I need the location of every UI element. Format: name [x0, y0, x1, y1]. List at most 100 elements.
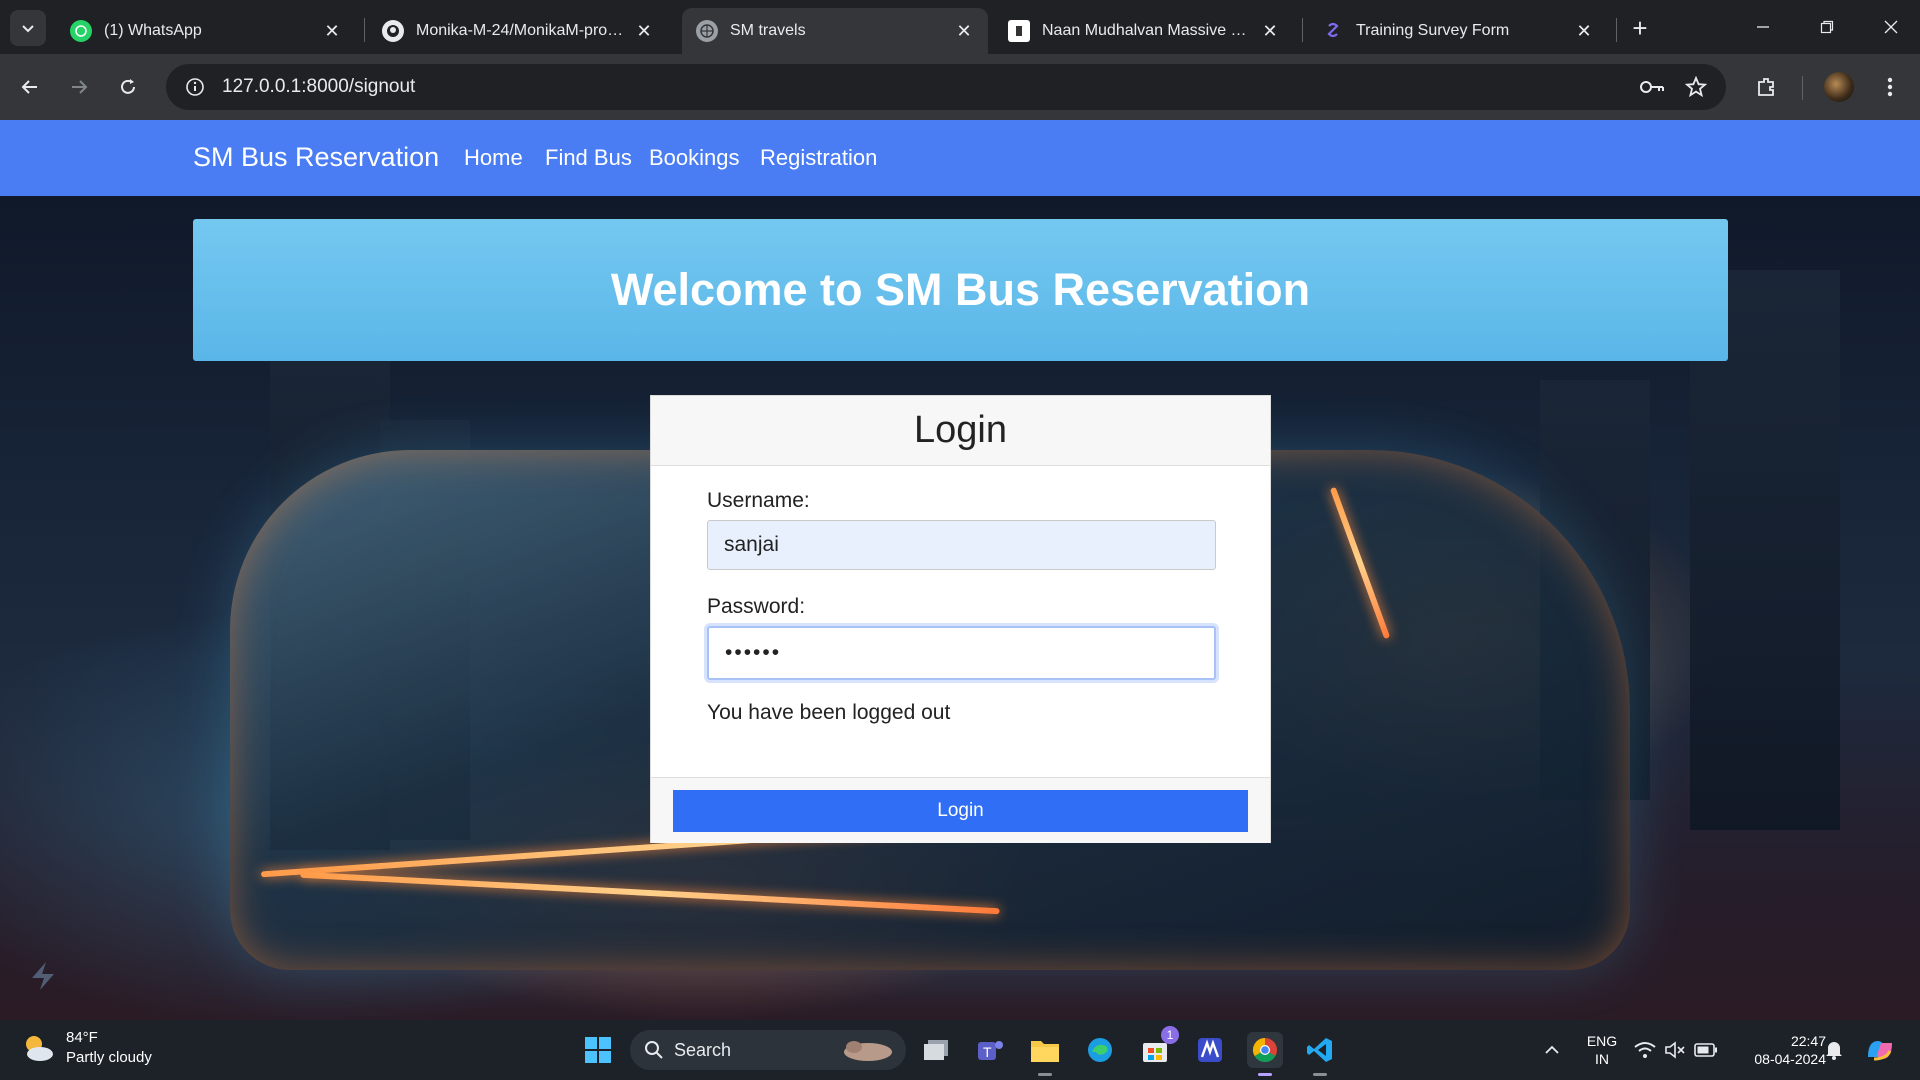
teams-app[interactable]: T — [972, 1032, 1008, 1068]
site-brand[interactable]: SM Bus Reservation — [193, 142, 439, 173]
clock[interactable]: 22:47 08-04-2024 — [1730, 1032, 1826, 1068]
wifi-status[interactable] — [1632, 1032, 1658, 1068]
tab-title: SM travels — [730, 22, 806, 39]
clock-time: 22:47 — [1790, 1033, 1826, 1049]
tab-training-survey[interactable]: Training Survey Form ✕ — [1308, 8, 1608, 54]
username-label: Username: — [707, 489, 810, 512]
tab-title: Naan Mudhalvan Massive Upskil — [1042, 22, 1250, 39]
close-window-button[interactable] — [1862, 0, 1920, 54]
more-vertical-icon — [1887, 77, 1893, 97]
restore-icon — [1820, 20, 1834, 34]
volume-status[interactable] — [1662, 1032, 1688, 1068]
site-navbar: SM Bus Reservation Home Find Bus Booking… — [0, 120, 1920, 196]
edge-app[interactable] — [1082, 1032, 1118, 1068]
show-hidden-icons-button[interactable] — [1534, 1032, 1570, 1068]
notifications-button[interactable] — [1818, 1032, 1850, 1068]
task-view-icon — [924, 1040, 948, 1060]
copilot-icon — [1868, 1041, 1892, 1061]
search-icon — [645, 1041, 663, 1059]
close-icon[interactable]: ✕ — [322, 21, 342, 41]
login-card-header: Login — [651, 396, 1270, 466]
store-app[interactable]: 1 — [1137, 1026, 1179, 1068]
login-card-footer: Login — [651, 777, 1270, 843]
browser-tab-strip: (1) WhatsApp ✕ Monika-M-24/MonikaM-proje… — [0, 0, 1920, 54]
copilot-button[interactable] — [1862, 1032, 1898, 1068]
nav-link-bookings[interactable]: Bookings — [649, 145, 740, 171]
wifi-icon — [1634, 1042, 1656, 1058]
tab-separator — [1302, 18, 1303, 42]
tab-whatsapp[interactable]: (1) WhatsApp ✕ — [56, 8, 356, 54]
close-icon[interactable]: ✕ — [954, 21, 974, 41]
volume-muted-icon — [1665, 1041, 1685, 1059]
close-icon — [1884, 20, 1898, 34]
battery-icon — [1694, 1043, 1717, 1057]
store-notification-badge: 1 — [1161, 1026, 1179, 1044]
floating-widget-icon[interactable] — [28, 958, 58, 994]
app-active-indicator — [1258, 1073, 1272, 1076]
close-icon[interactable]: ✕ — [1260, 21, 1280, 41]
input-language-indicator[interactable]: ENG IN — [1582, 1032, 1622, 1068]
nav-link-find-bus[interactable]: Find Bus — [545, 145, 632, 171]
minimize-button[interactable] — [1734, 0, 1792, 54]
username-field[interactable]: sanjai — [707, 520, 1216, 570]
m-app-icon — [1198, 1038, 1222, 1062]
battery-status[interactable] — [1692, 1032, 1720, 1068]
tab-github[interactable]: Monika-M-24/MonikaM-project ✕ — [368, 8, 668, 54]
web-page: SM Bus Reservation Home Find Bus Booking… — [0, 120, 1920, 1020]
tab-sm-travels[interactable]: SM travels ✕ — [682, 8, 988, 54]
bell-icon — [1826, 1042, 1842, 1060]
password-label: Password: — [707, 595, 806, 618]
reload-button[interactable] — [112, 71, 144, 103]
url-text: 127.0.0.1:8000/signout — [222, 76, 416, 97]
nav-link-registration[interactable]: Registration — [760, 145, 877, 171]
chrome-app[interactable] — [1247, 1032, 1283, 1076]
task-view-button[interactable] — [918, 1032, 954, 1068]
globe-icon — [696, 20, 718, 42]
vscode-icon — [1307, 1038, 1332, 1062]
form-icon — [1322, 20, 1344, 42]
government-seal-icon — [1008, 20, 1030, 42]
app-m[interactable] — [1192, 1032, 1228, 1068]
file-explorer-app[interactable] — [1027, 1032, 1063, 1076]
address-bar[interactable]: 127.0.0.1:8000/signout — [166, 64, 1726, 110]
tab-title: Monika-M-24/MonikaM-project — [416, 22, 624, 39]
chevron-down-icon — [22, 25, 34, 33]
login-button[interactable]: Login — [673, 790, 1248, 832]
tab-naan-mudhalvan[interactable]: Naan Mudhalvan Massive Upskil ✕ — [994, 8, 1294, 54]
close-icon[interactable]: ✕ — [1574, 21, 1594, 41]
back-button[interactable] — [14, 71, 46, 103]
weather-temperature: 84°F — [66, 1029, 98, 1046]
whatsapp-icon — [70, 20, 92, 42]
folder-icon — [1031, 1041, 1059, 1062]
welcome-banner: Welcome to SM Bus Reservation — [193, 219, 1728, 361]
close-icon[interactable]: ✕ — [634, 21, 654, 41]
edge-icon — [1088, 1038, 1112, 1062]
nav-link-home[interactable]: Home — [464, 145, 523, 171]
reload-icon — [121, 79, 135, 94]
login-card: Login Username: sanjai Password: •••••• … — [650, 395, 1271, 843]
new-tab-button[interactable]: + — [1624, 12, 1656, 44]
arrow-right-icon — [72, 80, 88, 94]
restore-button[interactable] — [1798, 0, 1856, 54]
logout-message: You have been logged out — [707, 701, 951, 724]
extensions-button[interactable] — [1750, 71, 1782, 103]
browser-menu-button[interactable] — [1874, 71, 1906, 103]
weather-widget[interactable]: 84°F Partly cloudy — [20, 1028, 152, 1068]
partly-cloudy-icon — [26, 1036, 53, 1061]
profile-avatar[interactable] — [1824, 72, 1854, 102]
taskbar-search[interactable]: Search — [630, 1030, 906, 1070]
password-field[interactable]: •••••• — [707, 626, 1216, 680]
region-code: IN — [1595, 1051, 1609, 1067]
vscode-app[interactable] — [1302, 1032, 1338, 1076]
password-key-icon[interactable] — [1632, 64, 1672, 110]
bookmark-star-icon[interactable] — [1676, 64, 1716, 110]
tab-search-button[interactable] — [10, 10, 46, 46]
forward-button[interactable] — [63, 71, 95, 103]
welcome-title: Welcome to SM Bus Reservation — [610, 264, 1311, 315]
site-info-icon[interactable] — [180, 72, 210, 102]
start-button[interactable] — [580, 1032, 616, 1068]
teams-icon: T — [978, 1041, 1003, 1060]
search-label: Search — [674, 1039, 732, 1060]
windows-logo-icon — [585, 1037, 611, 1063]
chevron-up-icon — [1545, 1045, 1559, 1054]
